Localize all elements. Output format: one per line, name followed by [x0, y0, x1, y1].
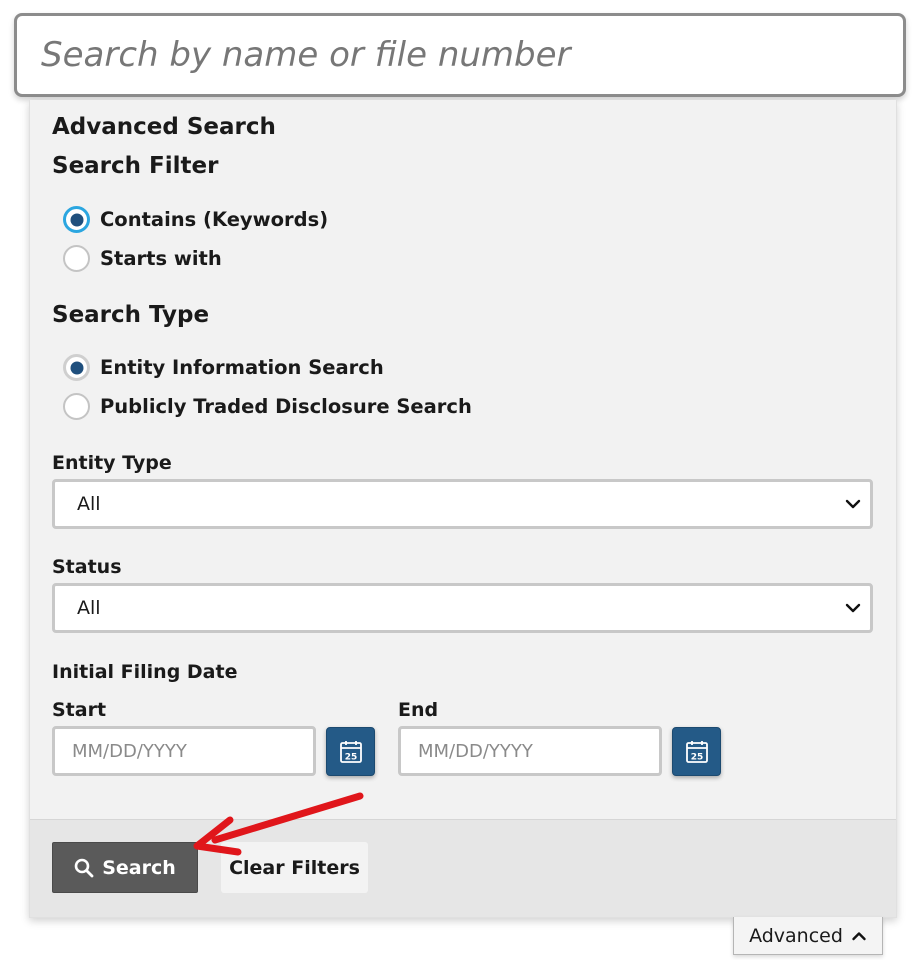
search-button[interactable]: Search [52, 842, 198, 893]
calendar-day-number: 25 [344, 752, 357, 762]
page: Advanced Search Search Filter Contains (… [0, 0, 915, 960]
entity-type-value: All [77, 493, 101, 515]
calendar-icon: 25 [339, 740, 362, 763]
initial-filing-date-label: Initial Filing Date [52, 661, 238, 683]
search-button-label: Search [102, 856, 176, 879]
radio-label: Entity Information Search [100, 356, 384, 379]
radio-label: Contains (Keywords) [100, 208, 329, 231]
search-icon [74, 858, 94, 877]
search-type-heading: Search Type [52, 302, 210, 328]
end-date-input[interactable] [398, 726, 662, 776]
radio-entity-information-search[interactable]: Entity Information Search [63, 354, 384, 381]
entity-type-select[interactable]: All [52, 479, 873, 529]
status-select[interactable]: All [52, 583, 873, 633]
radio-label: Publicly Traded Disclosure Search [100, 395, 472, 418]
chevron-up-icon [852, 931, 866, 940]
search-input[interactable] [17, 16, 903, 94]
clear-filters-button[interactable]: Clear Filters [221, 842, 368, 893]
radio-button[interactable] [63, 245, 90, 272]
chevron-down-icon [845, 499, 861, 509]
end-date-label: End [398, 699, 439, 721]
advanced-toggle-button[interactable]: Advanced [733, 917, 883, 955]
radio-contains-keywords[interactable]: Contains (Keywords) [63, 206, 328, 233]
advanced-search-panel: Advanced Search Search Filter Contains (… [29, 100, 897, 918]
calendar-icon: 25 [685, 740, 708, 763]
start-date-calendar-button[interactable]: 25 [326, 727, 375, 776]
entity-type-label: Entity Type [52, 452, 172, 474]
radio-label: Starts with [100, 247, 222, 270]
advanced-toggle-label: Advanced [749, 924, 843, 947]
advanced-search-title: Advanced Search [52, 114, 276, 140]
start-date-label: Start [52, 699, 107, 721]
search-filter-heading: Search Filter [52, 153, 219, 179]
status-label: Status [52, 556, 122, 578]
radio-publicly-traded-disclosure-search[interactable]: Publicly Traded Disclosure Search [63, 393, 472, 420]
radio-button-checked[interactable] [63, 354, 90, 381]
end-date-calendar-button[interactable]: 25 [672, 727, 721, 776]
start-date-input[interactable] [52, 726, 316, 776]
radio-button[interactable] [63, 393, 90, 420]
search-box [14, 13, 906, 97]
chevron-down-icon [845, 603, 861, 613]
radio-button-checked[interactable] [63, 206, 90, 233]
calendar-day-number: 25 [690, 752, 703, 762]
radio-starts-with[interactable]: Starts with [63, 245, 222, 272]
status-value: All [77, 597, 101, 619]
